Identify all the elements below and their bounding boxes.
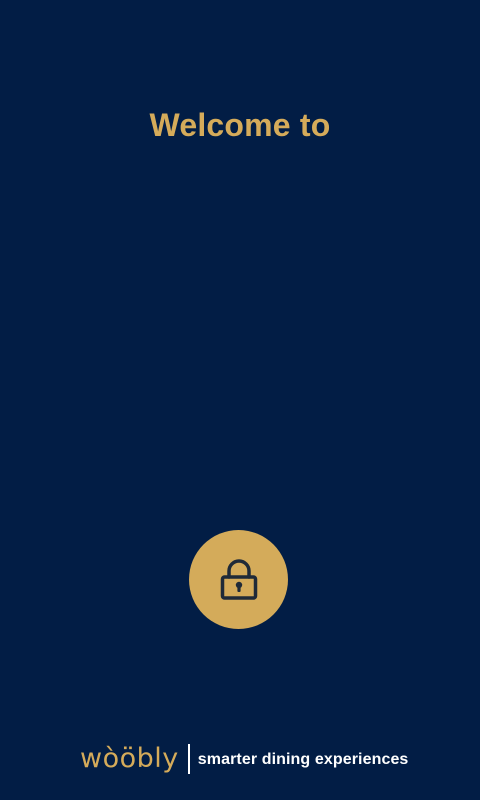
unlock-button[interactable] xyxy=(189,530,288,629)
welcome-title: Welcome to xyxy=(149,107,331,143)
lock-icon xyxy=(219,558,259,602)
splash-screen: Welcome to wòöbly smarter dining experie… xyxy=(0,0,480,800)
brand-logo: wòöbly xyxy=(80,743,179,774)
footer-divider xyxy=(187,744,190,774)
tagline: smarter dining experiences xyxy=(197,751,409,768)
footer: wòöbly smarter dining experiences xyxy=(80,742,408,776)
